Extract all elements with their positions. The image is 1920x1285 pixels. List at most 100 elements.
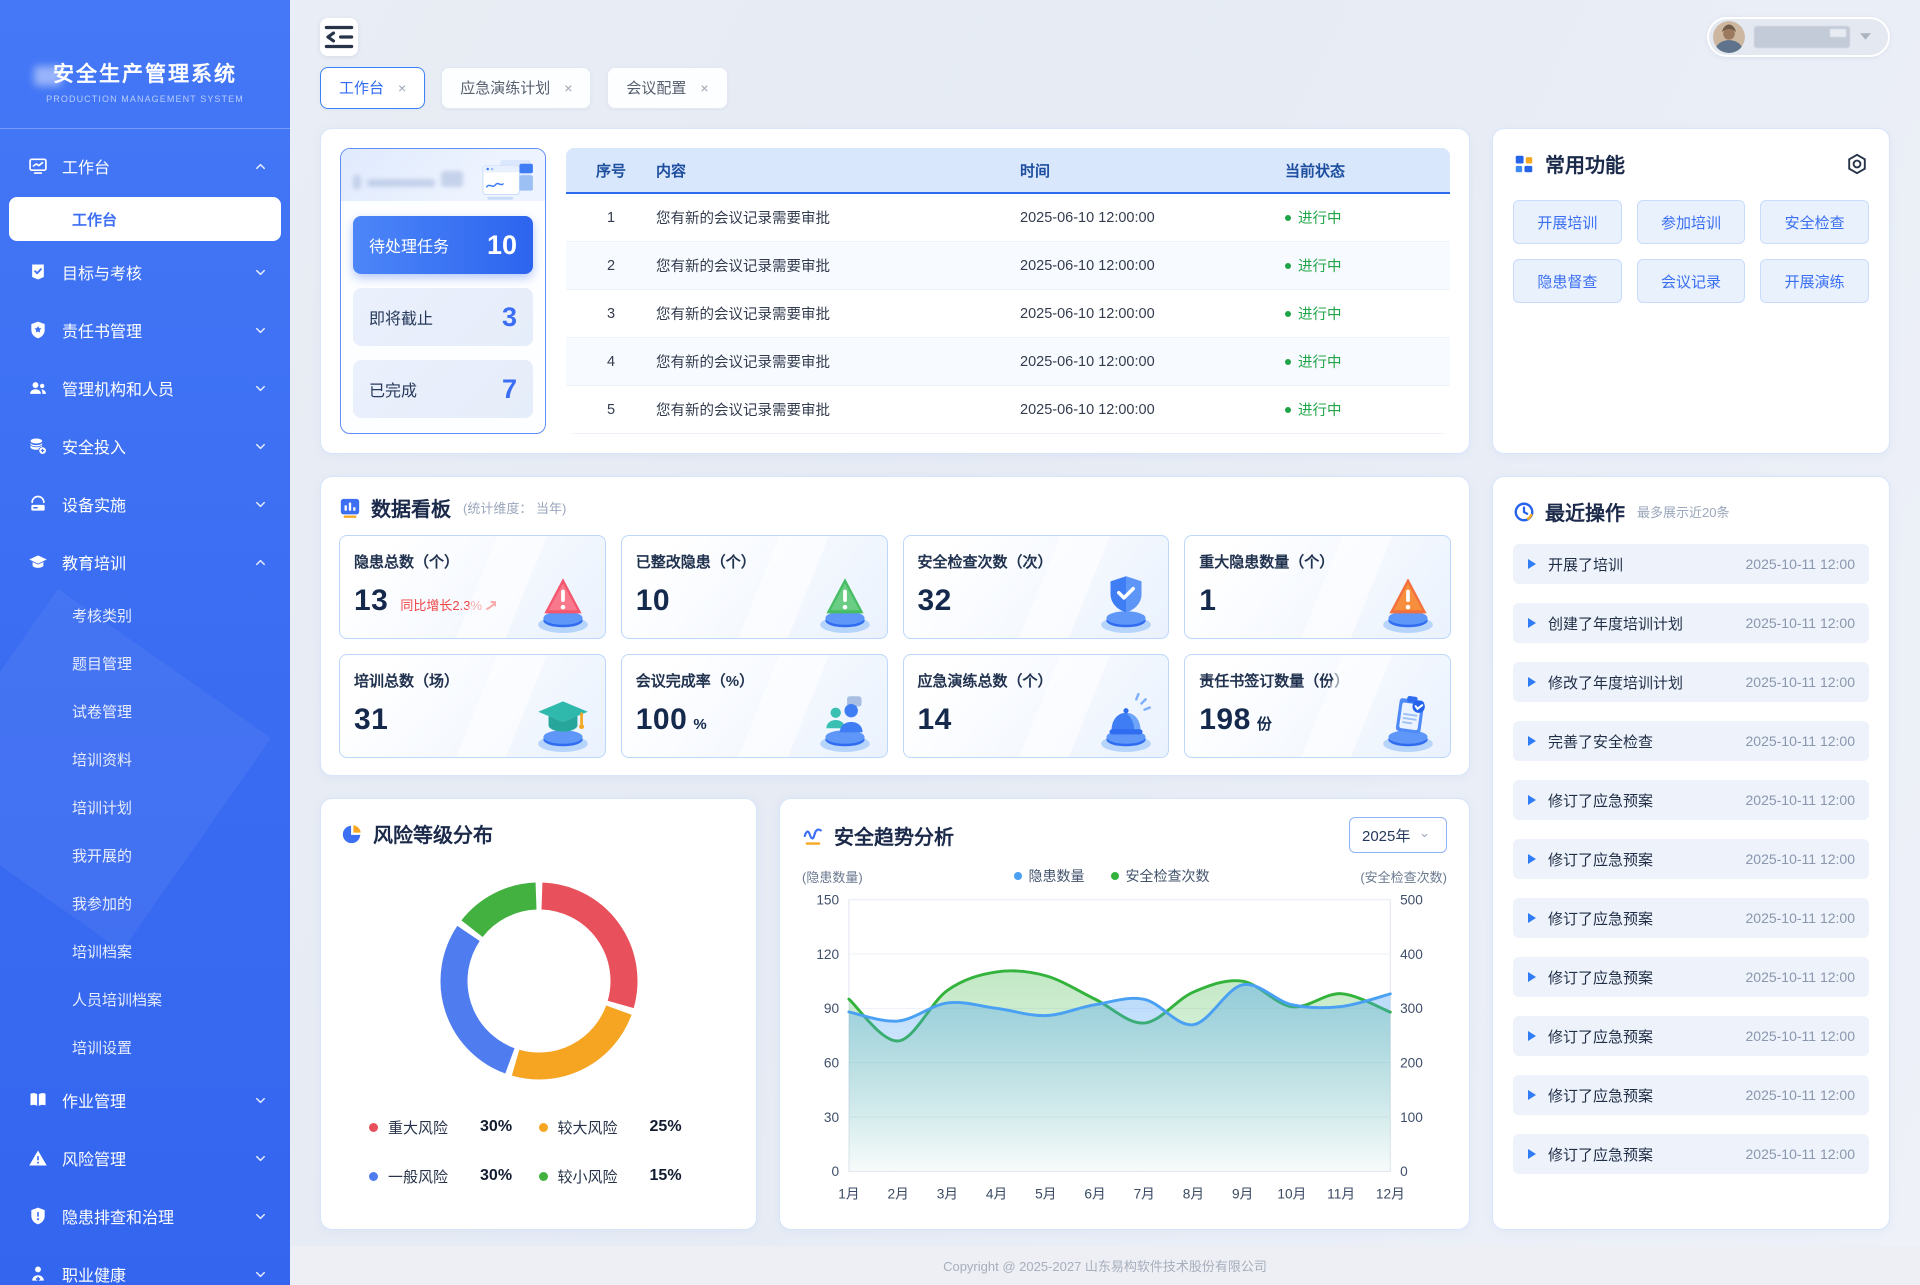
sidebar-item-workbench[interactable]: 工作台 xyxy=(0,137,290,195)
sidebar-menu: 工作台工作台目标与考核责任书管理管理机构和人员安全投入设备实施教育培训考核类别题… xyxy=(0,137,290,1285)
recent-operation-time: 2025-10-11 12:00 xyxy=(1746,1146,1856,1162)
recent-operation-item[interactable]: 修订了应急预案 2025-10-11 12:00 xyxy=(1513,1016,1869,1056)
recent-operation-item[interactable]: 完善了安全检查 2025-10-11 12:00 xyxy=(1513,721,1869,761)
recent-operation-item[interactable]: 修订了应急预案 2025-10-11 12:00 xyxy=(1513,780,1869,820)
shield-star-icon xyxy=(28,320,48,340)
sidebar-subitem[interactable]: 人员培训档案 xyxy=(0,975,290,1023)
sidebar-item-hazard[interactable]: 隐患排查和治理 xyxy=(0,1187,290,1245)
recent-operation-time: 2025-10-11 12:00 xyxy=(1746,910,1856,926)
svg-text:0: 0 xyxy=(832,1165,840,1180)
sidebar-subitem[interactable]: 考核类别 xyxy=(0,591,290,639)
svg-text:5月: 5月 xyxy=(1035,1187,1056,1202)
recent-operation-item[interactable]: 修订了应急预案 2025-10-11 12:00 xyxy=(1513,1075,1869,1115)
trend-chart: 003010060200903001204001505001月2月3月4月5月6… xyxy=(802,886,1447,1210)
avatar xyxy=(1713,21,1745,53)
task-summary-item[interactable]: 即将截止 3 xyxy=(353,288,533,346)
tab[interactable]: 工作台 × xyxy=(320,67,425,109)
legend-dot xyxy=(369,1123,378,1132)
recent-operation-item[interactable]: 修订了应急预案 2025-10-11 12:00 xyxy=(1513,1134,1869,1174)
table-row[interactable]: 3 您有新的会议记录需要审批 2025-06-10 12:00:00 进行中 xyxy=(566,290,1450,338)
task-summary-item[interactable]: 待处理任务 10 xyxy=(353,216,533,274)
gradcap-icon xyxy=(28,552,48,572)
stat-card-value: 10 xyxy=(636,584,670,618)
recent-operation-label: 修订了应急预案 xyxy=(1548,1026,1653,1047)
row-no: 5 xyxy=(566,402,656,418)
tab[interactable]: 会议配置 × xyxy=(607,67,727,109)
sidebar-subitem[interactable]: 我参加的 xyxy=(0,879,290,927)
legend-dot xyxy=(1014,872,1022,880)
recent-operation-item[interactable]: 创建了年度培训计划 2025-10-11 12:00 xyxy=(1513,603,1869,643)
sidebar-item-health[interactable]: 职业健康 xyxy=(0,1245,290,1285)
recent-operations-list: 开展了培训 2025-10-11 12:00 创建了年度培训计划 2025-10… xyxy=(1513,544,1869,1174)
sidebar-subitem[interactable]: 培训档案 xyxy=(0,927,290,975)
sidebar-subitem[interactable]: 工作台 xyxy=(9,197,281,241)
quick-action-button[interactable]: 会议记录 xyxy=(1637,259,1746,303)
trend-legend-item: 隐患数量 xyxy=(1014,866,1085,886)
quick-action-button[interactable]: 参加培训 xyxy=(1637,200,1746,244)
sidebar-subitem[interactable]: 培训设置 xyxy=(0,1023,290,1071)
app-subtitle: PRODUCTION MANAGEMENT SYSTEM xyxy=(0,94,290,104)
tab-close-icon[interactable]: × xyxy=(564,80,572,96)
year-select[interactable]: 2025年 xyxy=(1349,817,1447,853)
chevron-down-icon xyxy=(253,497,268,512)
collapse-sidebar-button[interactable] xyxy=(320,18,358,56)
stat-card: 责任书签订数量（份） 198 份 xyxy=(1184,654,1451,758)
sidebar-item-investment[interactable]: 安全投入 xyxy=(0,417,290,475)
quick-action-button[interactable]: 安全检查 xyxy=(1760,200,1869,244)
quick-action-button[interactable]: 开展演练 xyxy=(1760,259,1869,303)
status-badge: 进行中 xyxy=(1285,207,1450,228)
recent-operation-label: 开展了培训 xyxy=(1548,554,1623,575)
quick-action-button[interactable]: 开展培训 xyxy=(1513,200,1622,244)
sidebar-item-operations[interactable]: 作业管理 xyxy=(0,1071,290,1129)
recent-operation-item[interactable]: 开展了培训 2025-10-11 12:00 xyxy=(1513,544,1869,584)
table-row[interactable]: 1 您有新的会议记录需要审批 2025-06-10 12:00:00 进行中 xyxy=(566,194,1450,242)
panel-title: 最近操作 xyxy=(1545,497,1625,526)
tab-close-icon[interactable]: × xyxy=(700,80,708,96)
shield-alert-icon xyxy=(28,1206,48,1226)
status-dot xyxy=(1285,407,1291,413)
quick-actions-grid: 开展培训 参加培训 安全检查 隐患督查 会议记录 开展演练 xyxy=(1513,200,1869,303)
sidebar-item-label: 管理机构和人员 xyxy=(62,376,174,400)
row-no: 4 xyxy=(566,354,656,370)
stat-card: 会议完成率（%） 100 % xyxy=(621,654,888,758)
legend-label: 一般风险 xyxy=(388,1166,448,1187)
device-icon xyxy=(28,494,48,514)
table-row[interactable]: 4 您有新的会议记录需要审批 2025-06-10 12:00:00 进行中 xyxy=(566,338,1450,386)
recent-operation-item[interactable]: 修订了应急预案 2025-10-11 12:00 xyxy=(1513,839,1869,879)
recent-operation-item[interactable]: 修订了应急预案 2025-10-11 12:00 xyxy=(1513,898,1869,938)
sidebar-item-training[interactable]: 教育培训 xyxy=(0,533,290,591)
stat-card-value: 100 xyxy=(636,703,688,737)
sidebar-item-equipment[interactable]: 设备实施 xyxy=(0,475,290,533)
quick-action-button[interactable]: 隐患督查 xyxy=(1513,259,1622,303)
tab[interactable]: 应急演练计划 × xyxy=(441,67,591,109)
sidebar-item-risk[interactable]: 风险管理 xyxy=(0,1129,290,1187)
sidebar-item-goals[interactable]: 目标与考核 xyxy=(0,243,290,301)
task-summary-item[interactable]: 已完成 7 xyxy=(353,360,533,418)
person-icon xyxy=(28,1264,48,1284)
sidebar-item-label: 目标与考核 xyxy=(62,260,142,284)
stat-card-label: 已整改隐患（个） xyxy=(636,551,873,572)
sidebar-subitem[interactable]: 试卷管理 xyxy=(0,687,290,735)
sidebar-item-responsibility[interactable]: 责任书管理 xyxy=(0,301,290,359)
sidebar-subitem[interactable]: 题目管理 xyxy=(0,639,290,687)
sidebar-subitem[interactable]: 培训资料 xyxy=(0,735,290,783)
tab-close-icon[interactable]: × xyxy=(398,80,406,96)
table-row[interactable]: 2 您有新的会议记录需要审批 2025-06-10 12:00:00 进行中 xyxy=(566,242,1450,290)
sidebar: 安全生产管理系统 PRODUCTION MANAGEMENT SYSTEM 工作… xyxy=(0,0,290,1285)
recent-operation-item[interactable]: 修订了应急预案 2025-10-11 12:00 xyxy=(1513,957,1869,997)
user-menu[interactable] xyxy=(1707,17,1890,57)
legend-dot xyxy=(1111,872,1119,880)
sidebar-item-org[interactable]: 管理机构和人员 xyxy=(0,359,290,417)
table-header: 序号 内容 时间 当前状态 xyxy=(566,148,1450,194)
recent-operation-item[interactable]: 修改了年度培训计划 2025-10-11 12:00 xyxy=(1513,662,1869,702)
svg-text:2月: 2月 xyxy=(887,1187,908,1202)
stat-card-icon xyxy=(1090,570,1162,634)
svg-text:9月: 9月 xyxy=(1232,1187,1253,1202)
sidebar-subitem[interactable]: 培训计划 xyxy=(0,783,290,831)
table-row[interactable]: 5 您有新的会议记录需要审批 2025-06-10 12:00:00 进行中 xyxy=(566,386,1450,434)
settings-gear-icon[interactable] xyxy=(1845,152,1869,176)
content: 待处理任务 10 即将截止 3 已完成 xyxy=(320,128,1890,1229)
status-dot xyxy=(1285,215,1291,221)
sidebar-subitem[interactable]: 我开展的 xyxy=(0,831,290,879)
year-select-value: 2025年 xyxy=(1362,825,1410,846)
